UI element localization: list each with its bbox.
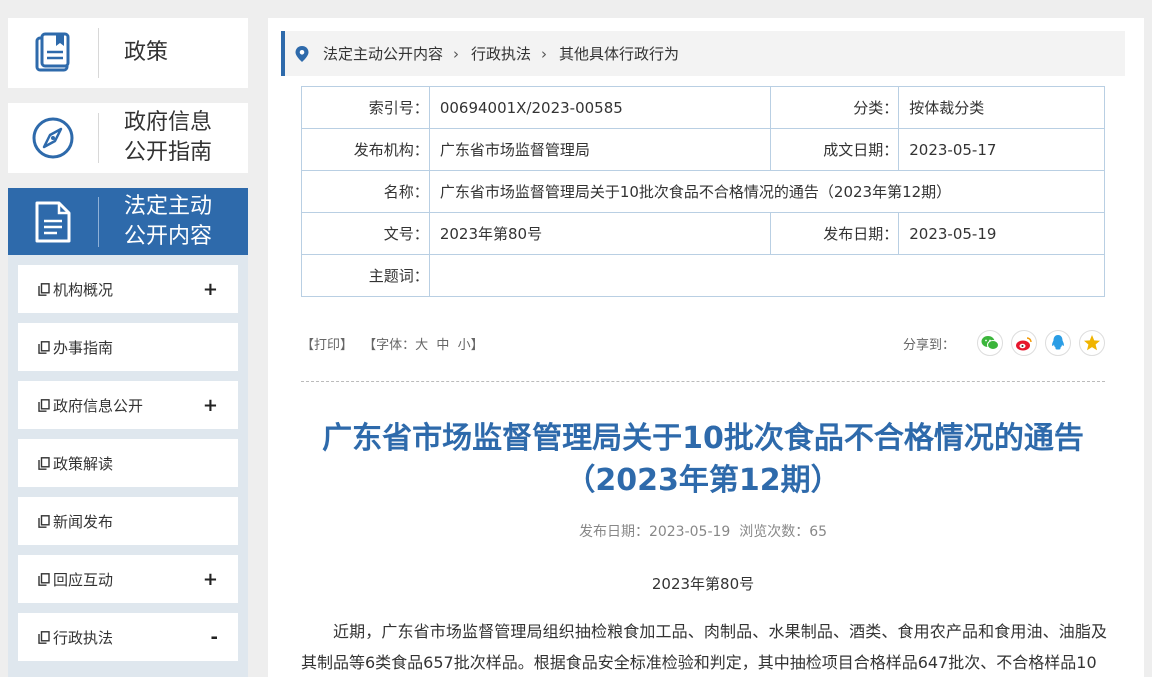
document-copy-icon	[38, 398, 50, 412]
publisher-label: 发布机构：	[301, 128, 430, 171]
metadata-table: 索引号： 00694001X/2023-00585 分类： 按体裁分类 发布机构…	[301, 86, 1106, 297]
qzone-share-icon[interactable]	[1079, 330, 1105, 356]
pub-date-value: 2023-05-19	[898, 212, 1105, 255]
keywords-label: 主题词：	[301, 254, 430, 297]
docno-label: 文号：	[301, 212, 430, 255]
written-date-value: 2023-05-17	[898, 128, 1105, 171]
sidebar-item-label: 行政执法	[53, 628, 114, 647]
breadcrumb-item-statutory[interactable]: 法定主动公开内容	[323, 43, 443, 64]
publisher-value: 广东省市场监督管理局	[428, 128, 772, 171]
expand-toggle-icon[interactable]: +	[203, 569, 218, 590]
docno-value: 2023年第80号	[428, 212, 772, 255]
sidebar-item-label: 办事指南	[53, 338, 114, 357]
document-copy-icon	[38, 340, 50, 354]
sidebar-item-label-wrap: 政策解读	[38, 453, 113, 474]
category-disclosure-guide[interactable]: 政府信息 公开指南	[8, 103, 248, 173]
article-tools: 【打印】 【字体：大 中 小】 分享到：	[301, 328, 1105, 358]
category-policy[interactable]: 政策	[8, 18, 248, 88]
share-bar: 分享到：	[903, 330, 1105, 356]
document-copy-icon	[38, 456, 50, 470]
document-number: 2023年第80号	[651, 575, 755, 593]
sidebar-item[interactable]: 政策解读	[18, 439, 238, 487]
article-body: 近期，广东省市场监督管理局组织抽检粮食加工品、肉制品、水果制品、酒类、食用农产品…	[301, 622, 1107, 672]
index-label: 索引号：	[301, 86, 430, 129]
sidebar-item[interactable]: 办事指南	[18, 323, 238, 371]
publish-info: 发布日期：2023-05-19 浏览次数：65	[578, 524, 828, 540]
sidebar-item[interactable]: 机构概况 +	[18, 265, 238, 313]
category-label: 分类：	[770, 86, 900, 129]
article-title: 广东省市场监督管理局关于10批次食品不合格情况的通告（2023年第12期）	[322, 421, 1084, 498]
sidebar-item[interactable]: 行政执法 -	[18, 613, 238, 661]
expand-toggle-icon[interactable]: +	[203, 279, 218, 300]
category-label: 政策	[124, 40, 169, 65]
category-label: 法定主动 公开内容	[124, 193, 213, 249]
chevron-right-icon: ›	[453, 44, 460, 63]
document-copy-icon	[38, 630, 50, 644]
sidebar-item-label-wrap: 行政执法	[38, 627, 113, 648]
sidebar-item[interactable]: 新闻发布	[18, 497, 238, 545]
book-icon	[8, 32, 98, 74]
name-value: 广东省市场监督管理局关于10批次食品不合格情况的通告（2023年第12期）	[428, 170, 1106, 213]
sidebar: 政策 政府信息 公开指南 法定主动 公开内容 机构概况 + 办事指南 政府信息公开 + 政…	[8, 18, 248, 677]
sidebar-item[interactable]: 政府信息公开 +	[18, 381, 238, 429]
pub-date-label: 发布日期：	[770, 212, 900, 255]
breadcrumb-item-other[interactable]: 其他具体行政行为	[559, 43, 679, 64]
share-label: 分享到：	[902, 337, 955, 353]
weibo-share-icon[interactable]	[1011, 330, 1037, 356]
category-statutory-disclosure[interactable]: 法定主动 公开内容	[8, 188, 248, 255]
print-button[interactable]: 【打印】	[301, 338, 353, 353]
index-value: 00694001X/2023-00585	[428, 86, 772, 129]
chevron-right-icon: ›	[541, 44, 548, 63]
document-copy-icon	[38, 282, 50, 296]
breadcrumb-item-enforcement[interactable]: 行政执法	[471, 43, 531, 64]
sidebar-item-label-wrap: 政府信息公开	[38, 395, 143, 416]
sidebar-item-label-wrap: 回应互动	[38, 569, 113, 590]
sidebar-item-label: 政府信息公开	[53, 396, 144, 415]
location-pin-icon	[295, 45, 309, 62]
breadcrumb: 法定主动公开内容 › 行政执法 › 其他具体行政行为	[281, 31, 1125, 76]
sidebar-item-label: 政策解读	[53, 454, 114, 473]
document-copy-icon	[38, 514, 50, 528]
sub-navigation: 机构概况 + 办事指南政府信息公开 + 政策解读新闻发布回应互动 + 行政执法 -	[8, 255, 248, 677]
category-value: 按体裁分类	[898, 86, 1105, 129]
sidebar-item-label: 回应互动	[53, 570, 114, 589]
compass-icon	[8, 116, 98, 160]
name-label: 名称：	[301, 170, 430, 213]
font-size-control[interactable]: 【字体：大 中 小】	[363, 338, 484, 353]
category-label: 政府信息 公开指南	[124, 110, 213, 165]
expand-toggle-icon[interactable]: -	[211, 627, 218, 648]
document-icon	[8, 200, 98, 244]
sidebar-item-label-wrap: 机构概况	[38, 279, 113, 300]
qq-share-icon[interactable]	[1045, 330, 1071, 356]
divider	[301, 381, 1105, 382]
sidebar-item-label: 机构概况	[53, 280, 114, 299]
sidebar-item-label: 新闻发布	[53, 512, 114, 531]
expand-toggle-icon[interactable]: +	[203, 395, 218, 416]
written-date-label: 成文日期：	[770, 128, 900, 171]
keywords-value	[428, 254, 1106, 297]
sidebar-item[interactable]: 回应互动 +	[18, 555, 238, 603]
main-content: 法定主动公开内容 › 行政执法 › 其他具体行政行为 索引号： 00694001…	[268, 18, 1144, 677]
sidebar-item-label-wrap: 新闻发布	[38, 511, 113, 532]
sidebar-item-label-wrap: 办事指南	[38, 337, 113, 358]
document-copy-icon	[38, 572, 50, 586]
wechat-share-icon[interactable]	[977, 330, 1003, 356]
